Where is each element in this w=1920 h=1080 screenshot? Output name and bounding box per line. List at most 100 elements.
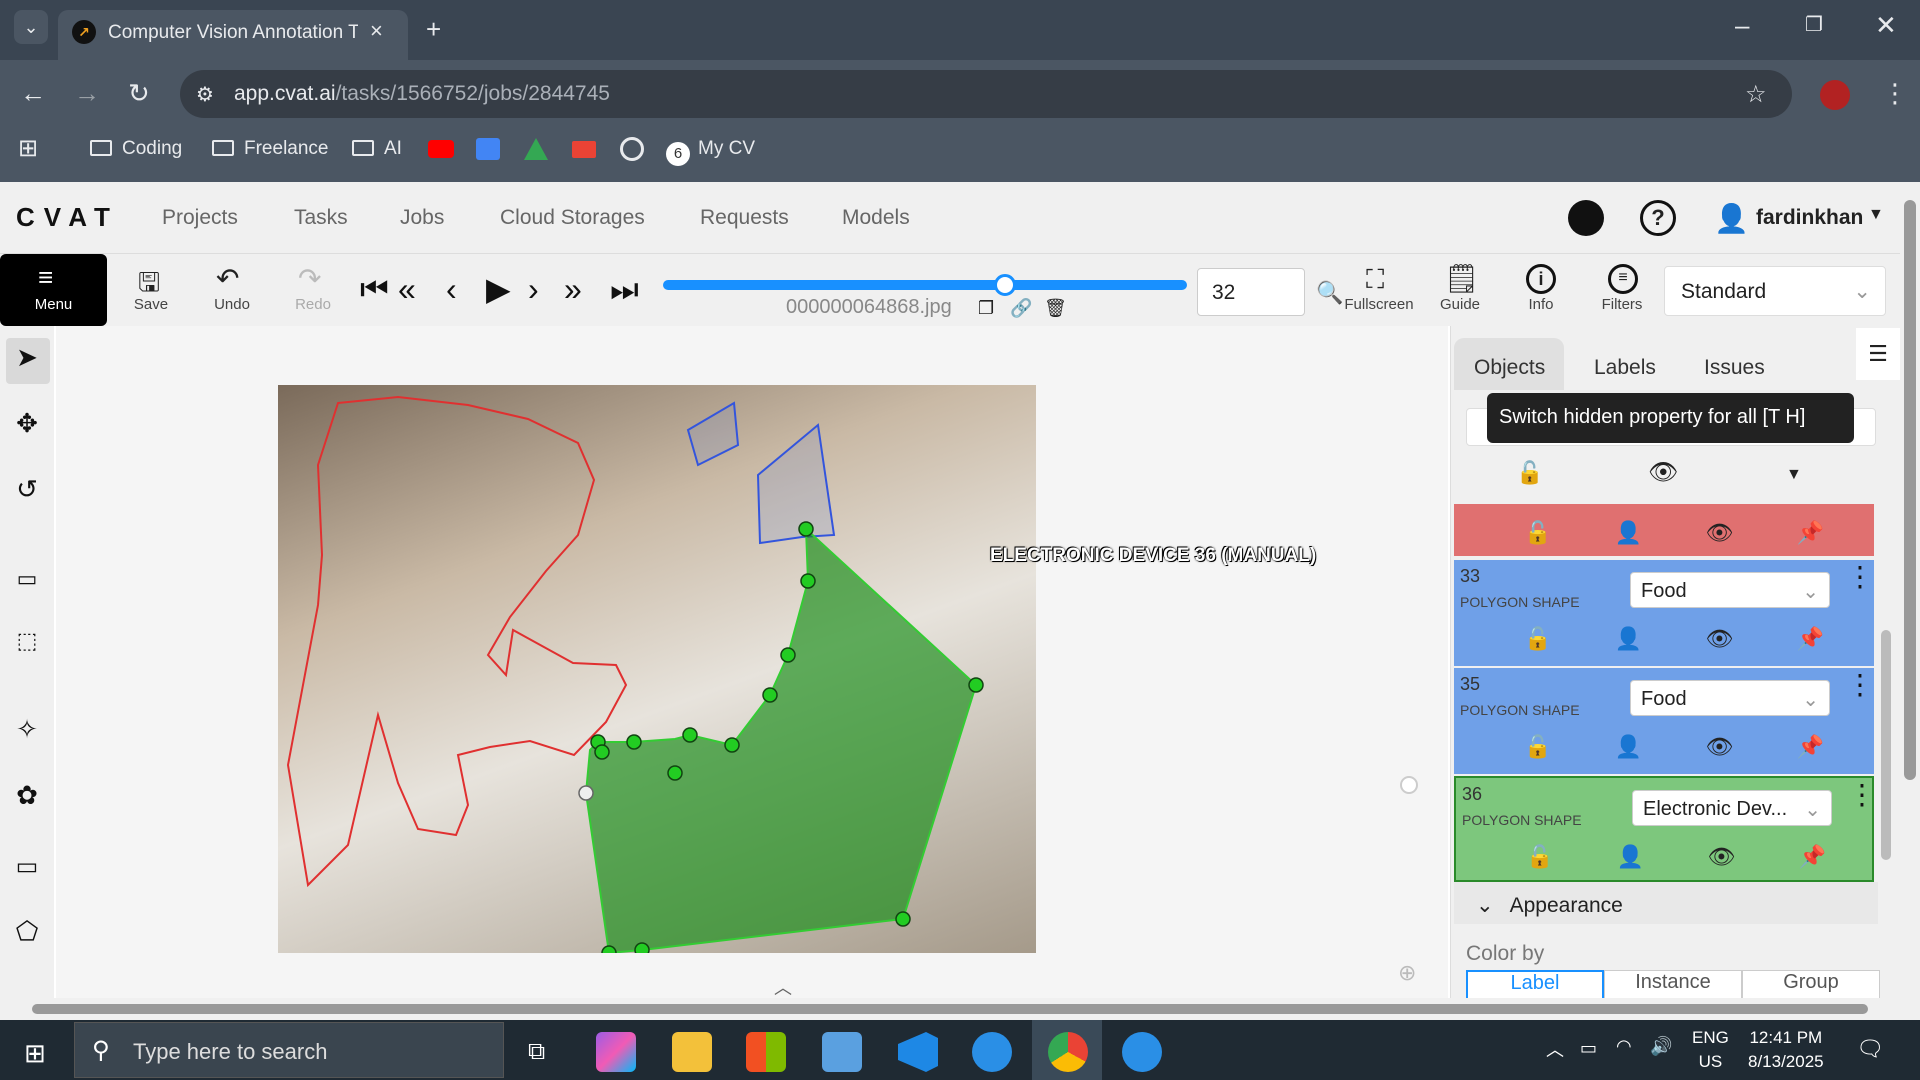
pin-icon[interactable]: 📌 — [1799, 844, 1826, 870]
food-polygon-35[interactable] — [756, 423, 836, 545]
nav-models[interactable]: Models — [842, 206, 910, 230]
person-polygon[interactable] — [286, 395, 628, 888]
collapse-sidebar-icon[interactable]: ☰ — [1856, 328, 1900, 380]
volume-icon[interactable]: 🔊 — [1650, 1036, 1672, 1057]
tray-chevron-up-icon[interactable]: ︿ — [1546, 1036, 1564, 1062]
clock[interactable]: 12:41 PM 8/13/2025 — [1748, 1026, 1824, 1074]
rotate-icon[interactable]: ↺ — [10, 474, 44, 505]
reload-icon[interactable]: ↻ — [128, 78, 150, 109]
first-frame-icon[interactable]: ⏮ — [360, 272, 389, 306]
occluded-icon[interactable]: 👤 — [1615, 626, 1642, 652]
site-info-icon[interactable]: ⚙ — [196, 82, 214, 107]
food-polygon-33[interactable] — [686, 401, 740, 467]
chrome-icon[interactable] — [1048, 1032, 1088, 1072]
help-icon[interactable]: ? — [1640, 200, 1676, 236]
undo-button-label[interactable]: Undo — [208, 296, 256, 313]
copilot-icon[interactable] — [596, 1032, 636, 1072]
delete-frame-icon[interactable]: 🗑 — [1044, 298, 1067, 319]
zoom-in-icon[interactable]: ⊕ — [1398, 960, 1416, 986]
pin-icon[interactable]: 📌 — [1797, 520, 1824, 546]
openvino-icon[interactable]: ✿ — [10, 780, 44, 811]
language-indicator[interactable]: ENG US — [1692, 1026, 1729, 1074]
bookmark-ai[interactable]: AI — [352, 138, 402, 160]
appearance-toggle[interactable]: ⌄ Appearance — [1454, 893, 1623, 918]
menu-button[interactable]: ≡ Menu — [0, 254, 107, 326]
lock-icon[interactable]: 🔓 — [1524, 626, 1551, 652]
cursor-icon[interactable]: ➤ — [10, 342, 44, 373]
object-label-select[interactable]: Electronic Dev... ⌄ — [1632, 790, 1832, 826]
bookmark-coding[interactable]: Coding — [90, 138, 182, 160]
file-explorer-icon[interactable] — [672, 1032, 712, 1072]
filters-button-label[interactable]: Filters — [1596, 296, 1648, 313]
polygon-tool-icon[interactable]: ⬠ — [10, 916, 44, 947]
occluded-icon[interactable]: 👤 — [1617, 844, 1644, 870]
tab-labels[interactable]: Labels — [1594, 356, 1656, 380]
youtube-icon[interactable] — [428, 140, 454, 158]
object-menu-icon[interactable]: ⋮ — [1846, 563, 1874, 591]
magic-wand-icon[interactable]: ✧ — [10, 714, 44, 745]
object-menu-icon[interactable]: ⋮ — [1846, 671, 1874, 699]
tab-issues[interactable]: Issues — [1704, 356, 1765, 380]
play-icon[interactable]: ▶ — [486, 272, 511, 306]
app-icon-blue[interactable] — [972, 1032, 1012, 1072]
windows-start-icon[interactable]: ⊞ — [24, 1038, 46, 1069]
bookmark-my-cv[interactable]: 6 My CV — [666, 138, 755, 166]
fullscreen-icon[interactable]: ⛶ — [1366, 264, 1384, 296]
fit-image-icon[interactable]: ▭ — [10, 566, 44, 592]
copy-filename-icon[interactable]: ❐ — [978, 298, 994, 319]
objects-scrollbar-thumb[interactable] — [1881, 630, 1891, 860]
apps-grid-icon[interactable]: ⊞ — [18, 134, 38, 163]
workspace-select[interactable]: Standard ⌄ — [1664, 266, 1886, 316]
notifications-icon[interactable]: 🗨 — [1856, 1036, 1884, 1062]
forward-icon[interactable]: → — [74, 78, 100, 109]
vertical-scrollbar-thumb[interactable] — [1904, 200, 1916, 780]
lock-all-icon[interactable]: 🔓 — [1516, 460, 1543, 486]
horizontal-scrollbar-thumb[interactable] — [32, 1004, 1868, 1014]
close-tab-icon[interactable]: × — [370, 18, 383, 44]
nav-requests[interactable]: Requests — [700, 206, 789, 230]
username[interactable]: fardinkhan — [1756, 206, 1863, 230]
object-label-select[interactable]: Food ⌄ — [1630, 572, 1830, 608]
collapse-all-icon[interactable]: ▼ — [1786, 466, 1802, 484]
github-icon[interactable] — [1568, 200, 1604, 236]
object-card-partial[interactable]: 🔓 👤 👁 📌 — [1454, 504, 1874, 556]
pin-icon[interactable]: 📌 — [1797, 626, 1824, 652]
guide-button-label[interactable]: Guide — [1436, 296, 1484, 313]
minimize-icon[interactable]: – — [1735, 10, 1749, 41]
rectangle-tool-icon[interactable]: ▭ — [10, 852, 44, 881]
object-label-select[interactable]: Food ⌄ — [1630, 680, 1830, 716]
last-frame-icon[interactable]: ⏭ — [610, 272, 639, 306]
info-button-label[interactable]: Info — [1520, 296, 1562, 313]
restore-icon[interactable]: ❐ — [1805, 12, 1823, 37]
user-dropdown-icon[interactable]: ▼ — [1868, 206, 1884, 224]
frame-slider-handle[interactable] — [994, 274, 1016, 296]
eye-icon[interactable]: 👁 — [1705, 626, 1733, 652]
nav-projects[interactable]: Projects — [162, 206, 238, 230]
color-by-instance-option[interactable]: Instance — [1604, 970, 1742, 1000]
profile-avatar[interactable] — [1820, 80, 1850, 110]
translate-icon[interactable] — [476, 138, 500, 160]
object-card-35[interactable]: 35 POLYGON SHAPE Food ⌄ ⋮ 🔓 👤 👁 📌 — [1454, 668, 1874, 774]
openai-icon[interactable] — [620, 137, 644, 161]
expand-panel-icon[interactable]: ︿ — [774, 974, 792, 1000]
color-by-group-option[interactable]: Group — [1742, 970, 1880, 1000]
frame-slider[interactable] — [663, 280, 1187, 290]
lock-icon[interactable]: 🔓 — [1524, 734, 1551, 760]
hide-all-eye-icon[interactable]: 👁 — [1648, 458, 1678, 487]
eye-icon[interactable]: 👁 — [1705, 734, 1733, 760]
occluded-icon[interactable]: 👤 — [1615, 520, 1642, 546]
bookmark-star-icon[interactable]: ☆ — [1745, 80, 1767, 109]
browser-tab[interactable]: ↗ Computer Vision Annotation To × — [58, 10, 408, 60]
move-icon[interactable]: ✥ — [10, 408, 44, 439]
zoom-slider-handle[interactable] — [1400, 776, 1418, 794]
nav-cloud-storages[interactable]: Cloud Storages — [500, 206, 645, 230]
electronic-device-polygon-36[interactable] — [584, 526, 978, 953]
eye-icon[interactable]: 👁 — [1707, 844, 1735, 870]
lock-icon[interactable]: 🔓 — [1526, 844, 1553, 870]
nav-jobs[interactable]: Jobs — [400, 206, 444, 230]
occluded-icon[interactable]: 👤 — [1615, 734, 1642, 760]
filters-icon[interactable]: ≡ — [1608, 264, 1638, 294]
info-icon[interactable]: i — [1526, 264, 1556, 294]
copy-link-icon[interactable]: 🔗 — [1010, 298, 1032, 319]
taskbar-search-input[interactable]: Type here to search — [74, 1022, 504, 1078]
